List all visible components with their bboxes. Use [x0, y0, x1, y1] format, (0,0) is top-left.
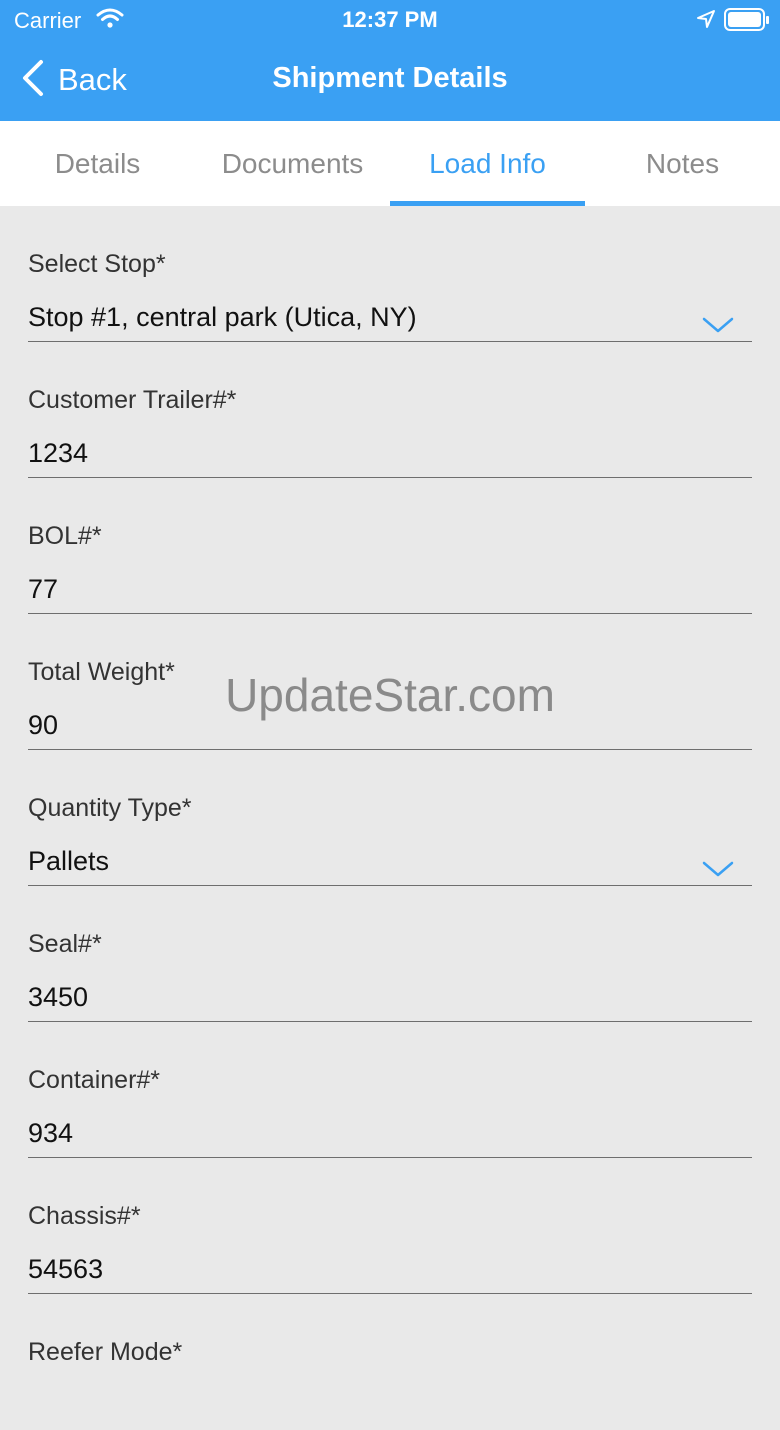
chassis-label: Chassis#*: [28, 1202, 141, 1230]
location-arrow-icon: [696, 9, 716, 34]
tab-load-info[interactable]: Load Info: [390, 121, 585, 206]
seal-label: Seal#*: [28, 930, 102, 958]
tab-bar: Details Documents Load Info Notes: [0, 121, 780, 206]
bol-value: 77: [28, 574, 59, 604]
tab-documents[interactable]: Documents: [195, 121, 390, 206]
navigation-bar: Carrier 12:37 PM Back Shipment Details: [0, 0, 780, 121]
customer-trailer-field[interactable]: Customer Trailer#* 1234: [28, 342, 752, 478]
customer-trailer-label: Customer Trailer#*: [28, 386, 237, 414]
watermark: UpdateStar.com: [225, 669, 555, 721]
reefer-mode-field[interactable]: Reefer Mode*: [28, 1294, 752, 1430]
load-info-form: Select Stop* Stop #1, central park (Utic…: [28, 206, 752, 1430]
bol-field[interactable]: BOL#* 77: [28, 478, 752, 614]
reefer-mode-label: Reefer Mode*: [28, 1338, 183, 1366]
select-stop-dropdown[interactable]: Select Stop* Stop #1, central park (Utic…: [28, 206, 752, 342]
container-value: 934: [28, 1118, 74, 1148]
page-title: Shipment Details: [272, 62, 508, 94]
quantity-type-label: Quantity Type*: [28, 794, 192, 822]
seal-field[interactable]: Seal#* 3450: [28, 886, 752, 1022]
select-stop-label: Select Stop*: [28, 250, 166, 278]
container-field[interactable]: Container#* 934: [28, 1022, 752, 1158]
chassis-field[interactable]: Chassis#* 54563: [28, 1158, 752, 1294]
seal-value: 3450: [28, 982, 89, 1012]
tab-notes[interactable]: Notes: [585, 121, 780, 206]
container-label: Container#*: [28, 1066, 161, 1094]
chevron-down-icon[interactable]: [702, 316, 734, 339]
chassis-value: 54563: [28, 1254, 104, 1284]
battery-icon: [724, 8, 770, 37]
clock: 12:37 PM: [342, 7, 438, 32]
status-bar: Carrier 12:37 PM: [0, 0, 780, 40]
customer-trailer-value: 1234: [28, 438, 89, 468]
bol-label: BOL#*: [28, 522, 102, 550]
tab-details[interactable]: Details: [0, 121, 195, 206]
select-stop-value: Stop #1, central park (Utica, NY): [28, 302, 417, 332]
quantity-type-dropdown[interactable]: Quantity Type* Pallets: [28, 750, 752, 886]
chevron-down-icon[interactable]: [702, 860, 734, 883]
quantity-type-value: Pallets: [28, 846, 110, 876]
